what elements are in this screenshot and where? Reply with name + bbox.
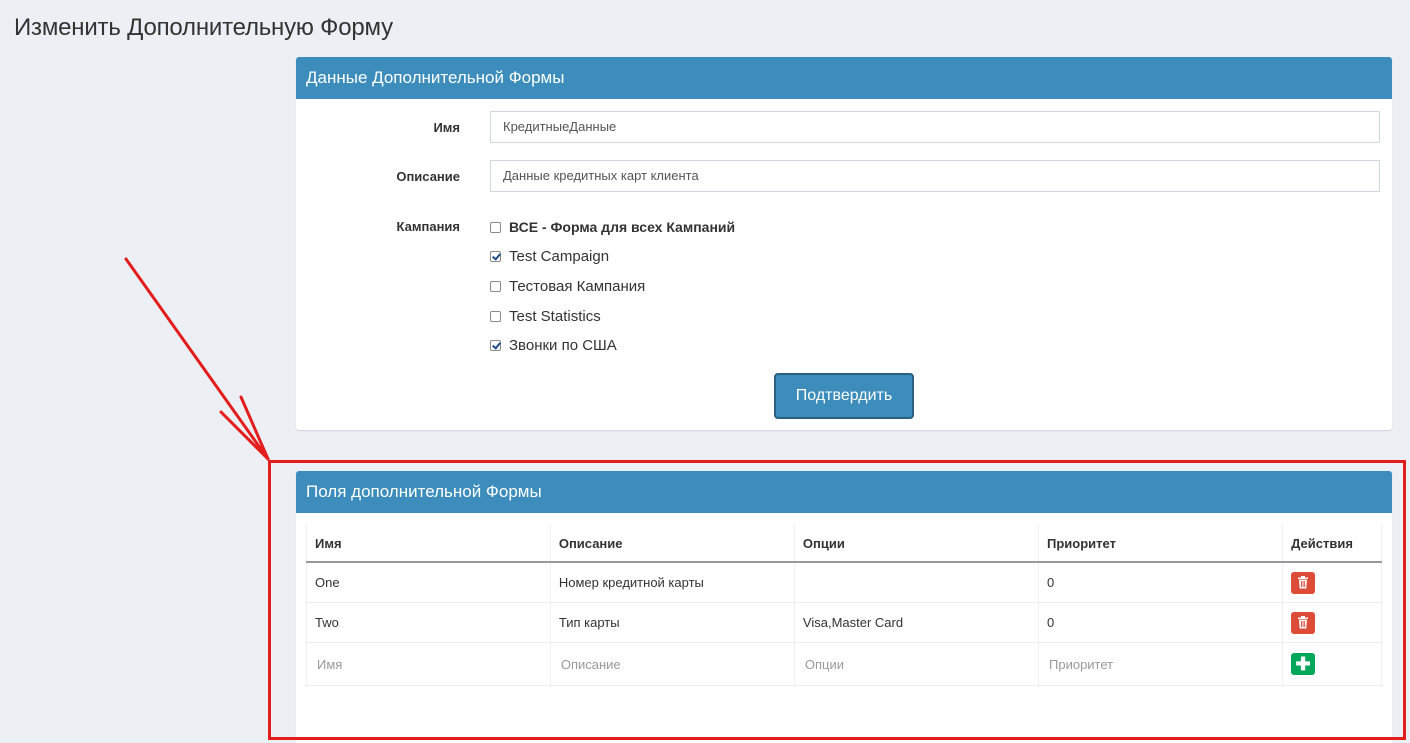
campaign-option-test-kampania[interactable]: Тестовая Кампания [490,277,645,297]
form-data-panel-title: Данные Дополнительной Формы [296,57,1392,99]
new-field-name-input[interactable] [315,655,546,673]
table-header-row: Имя Описание Опции Приоритет Действия [306,525,1382,563]
cell-name: One [306,561,551,603]
cell-description: Тип карты [549,602,795,643]
campaign-label: Кампания [396,219,460,234]
new-field-priority-input[interactable] [1047,655,1279,673]
campaign-option-label: Звонки по США [509,337,617,354]
cell-actions: ✚ [1282,642,1382,686]
new-field-options-cell [793,642,1039,686]
column-header-name: Имя [306,525,551,563]
table-row: Two Тип карты Visa,Master Card 0 [306,602,1382,643]
cell-actions [1282,602,1382,643]
delete-button[interactable] [1291,611,1316,634]
campaign-option-label: Test Statistics [509,308,601,325]
campaign-option-usa-calls[interactable]: Звонки по США [490,336,617,356]
campaign-option-label: Тестовая Кампания [509,278,646,295]
cell-description: Номер кредитной карты [549,561,795,603]
cell-priority: 0 [1037,561,1283,603]
trash-icon [1298,576,1309,589]
fields-table: Имя Описание Опции Приоритет Действия On… [306,525,1382,686]
new-field-description-cell [549,642,795,686]
campaign-option-test-statistics[interactable]: Test Statistics [490,307,601,327]
column-header-priority: Приоритет [1037,525,1283,563]
new-field-priority-cell [1037,642,1283,686]
checkbox-checked-icon[interactable] [490,340,501,351]
column-header-description: Описание [549,525,795,563]
add-field-button[interactable]: ✚ [1291,653,1316,675]
cell-options [793,561,1039,603]
cell-name: Two [306,602,551,643]
checkbox-icon[interactable] [490,281,501,292]
table-row: One Номер кредитной карты 0 [306,561,1382,603]
campaign-option-label: ВСЕ - Форма для всех Кампаний [509,219,736,235]
delete-button[interactable] [1291,571,1316,594]
new-field-description-input[interactable] [558,655,790,673]
submit-button[interactable]: Подтвердить [774,373,914,419]
checkbox-icon[interactable] [490,311,501,322]
checkbox-icon[interactable] [490,222,501,233]
checkbox-checked-icon[interactable] [490,251,501,262]
cell-options: Visa,Master Card [793,602,1039,643]
name-field[interactable]: КредитныеДанные [490,111,1380,143]
campaign-option-label: Test Campaign [509,248,610,265]
name-label: Имя [433,120,460,135]
campaign-option-test-campaign[interactable]: Test Campaign [490,247,609,267]
page-title: Изменить Дополнительную Форму [14,14,393,41]
form-fields-panel: Поля дополнительной Формы Имя Описание О… [296,471,1392,743]
form-fields-panel-title: Поля дополнительной Формы [296,471,1392,513]
new-field-name-cell [306,642,551,686]
column-header-actions: Действия [1282,525,1382,563]
description-field[interactable]: Данные кредитных карт клиента [490,160,1380,192]
new-field-row: ✚ [306,642,1382,686]
description-label: Описание [396,169,460,184]
plus-icon: ✚ [1295,654,1311,674]
cell-actions [1282,561,1382,603]
trash-icon [1298,616,1309,629]
form-data-panel: Данные Дополнительной Формы Имя Кредитны… [296,57,1392,430]
column-header-options: Опции [793,525,1039,563]
cell-priority: 0 [1037,602,1283,643]
campaign-option-all[interactable]: ВСЕ - Форма для всех Кампаний [490,217,735,237]
new-field-options-input[interactable] [802,655,1034,673]
